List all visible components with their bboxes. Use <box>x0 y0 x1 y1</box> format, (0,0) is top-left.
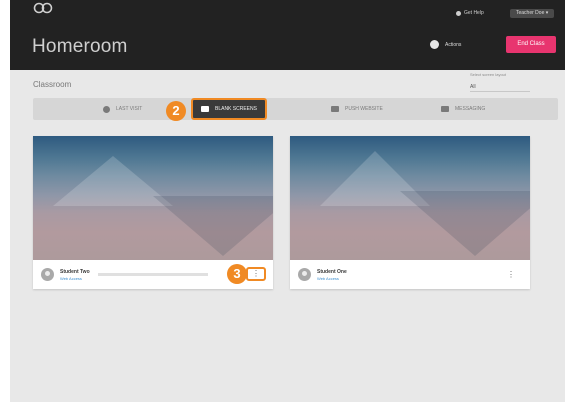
teacher-menu[interactable]: Teacher Doe ▾ <box>510 9 555 18</box>
actions-label: Actions <box>445 41 462 48</box>
tab-blank-screens[interactable]: BLANK SCREENS <box>191 98 267 120</box>
actions-menu[interactable]: Actions <box>430 40 461 49</box>
actions-icon <box>430 40 439 49</box>
tab-push-website[interactable]: PUSH WEBSITE <box>331 98 383 120</box>
student-status[interactable]: Web Access <box>60 276 90 281</box>
student-card[interactable]: Student One Web Access ⋮ <box>290 136 530 289</box>
app-frame: Get Help Teacher Doe ▾ Homeroom Actions … <box>10 0 565 402</box>
screen-icon <box>201 106 209 112</box>
student-status[interactable]: Web Access <box>317 276 347 281</box>
message-icon <box>441 106 449 112</box>
student-screen-thumbnail[interactable] <box>33 136 273 260</box>
more-options-button[interactable]: ⋮ <box>246 267 266 281</box>
clock-icon <box>103 105 110 113</box>
student-screen-thumbnail[interactable] <box>290 136 530 260</box>
page-title: Homeroom <box>32 36 128 57</box>
help-icon <box>456 10 461 16</box>
more-options-button[interactable]: ⋮ <box>504 269 518 281</box>
tab-messaging[interactable]: MESSAGING <box>441 98 485 120</box>
help-link-label: Get Help <box>464 10 484 16</box>
layout-select[interactable]: All <box>470 84 530 92</box>
layout-label: Select screen layout <box>470 72 507 77</box>
tab-label: LAST VISIT <box>116 106 143 112</box>
logo-icon <box>33 2 53 14</box>
card-footer: Student One Web Access ⋮ <box>290 260 530 289</box>
divider <box>97 273 208 276</box>
callout-step-2: 2 <box>166 101 186 121</box>
end-class-button[interactable]: End Class <box>506 36 556 53</box>
section-title: Classroom <box>33 80 72 89</box>
tab-last-visit[interactable]: LAST VISIT <box>103 98 142 120</box>
tab-label: PUSH WEBSITE <box>345 106 383 112</box>
student-name: Student One <box>317 268 347 275</box>
browser-icon <box>331 106 339 112</box>
tab-label: MESSAGING <box>455 106 486 112</box>
student-name: Student Two <box>60 268 90 275</box>
help-link[interactable]: Get Help <box>456 10 484 16</box>
avatar <box>298 268 311 281</box>
tab-bar: LAST VISIT BLANK SCREENS PUSH WEBSITE ME… <box>33 98 558 120</box>
tab-label: BLANK SCREENS <box>215 106 257 112</box>
top-bar: Get Help Teacher Doe ▾ Homeroom Actions … <box>10 0 565 70</box>
callout-step-3: 3 <box>227 264 247 284</box>
avatar <box>41 268 54 281</box>
